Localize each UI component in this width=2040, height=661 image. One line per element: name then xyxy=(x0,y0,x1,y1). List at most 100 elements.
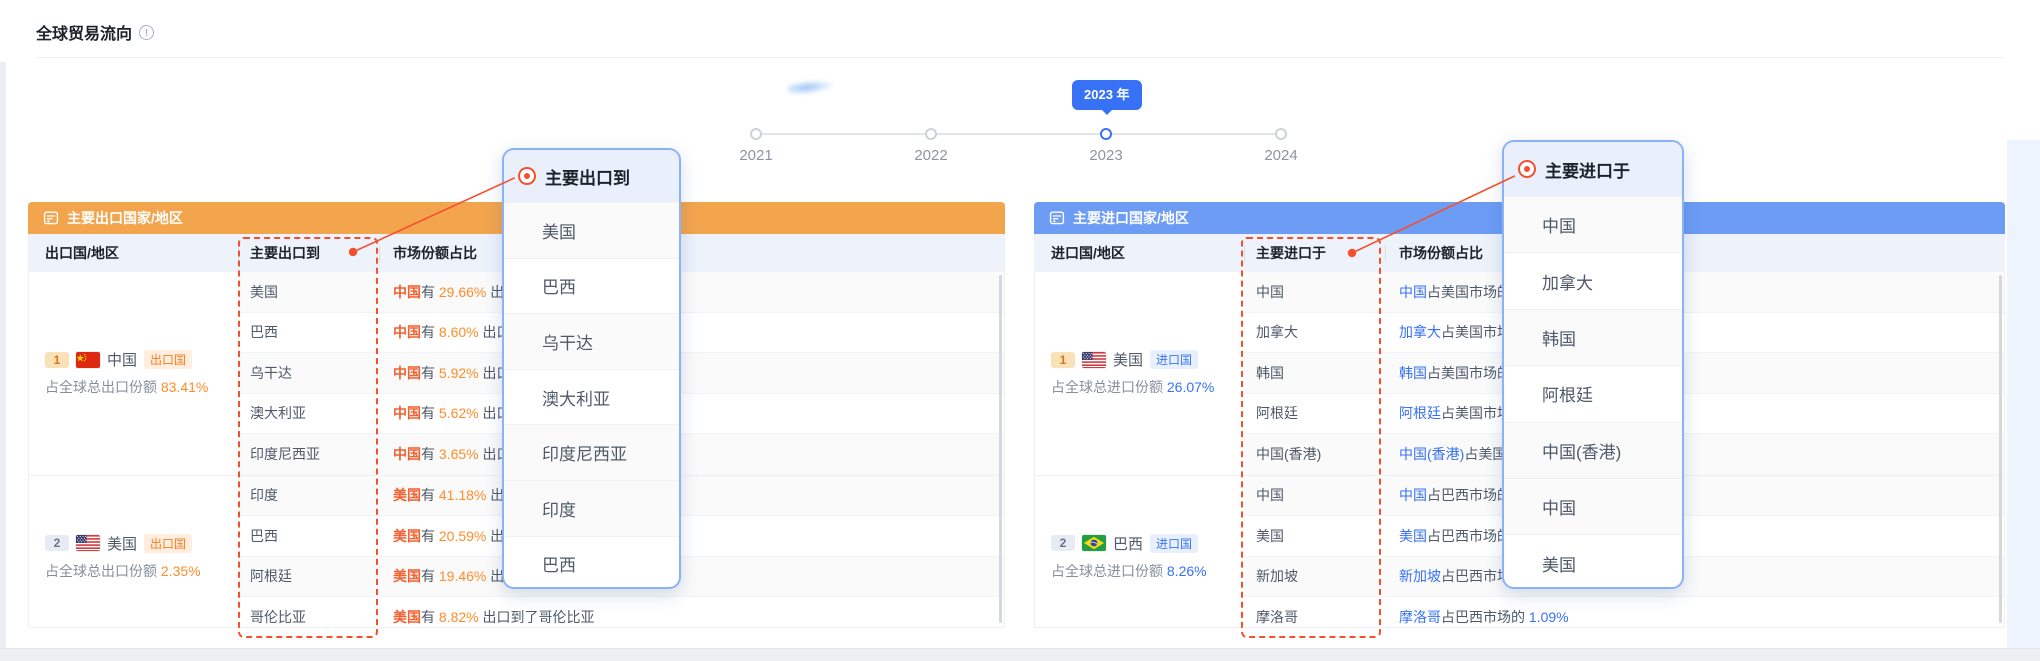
partner-country-cell: 美国 xyxy=(238,282,379,302)
global-share-text: 占全球总出口份额 2.35% xyxy=(45,561,238,581)
export-table-scrollbar[interactable] xyxy=(999,275,1002,623)
market-share-cell: 中国占巴西市场的 xyxy=(1385,485,2004,505)
country-summary-cell[interactable]: 1 中国出口国占全球总出口份额 83.41% xyxy=(29,272,238,475)
partner-country-cell: 巴西 xyxy=(238,322,379,342)
partner-country-cell: 加拿大 xyxy=(1244,322,1385,342)
market-share-cell: 阿根廷占美国市场的 xyxy=(1385,403,2004,423)
partner-country-cell: 阿根廷 xyxy=(238,566,379,586)
market-share-cell: 中国有 29.66% 出口到了美国 xyxy=(379,282,1004,302)
import-popup-item[interactable]: 中国(香港) xyxy=(1504,422,1682,478)
year-tooltip: 2023 年 xyxy=(1072,80,1142,110)
page-left-edge xyxy=(0,62,6,661)
export-popup-item[interactable]: 巴西 xyxy=(504,536,679,589)
market-share-cell: 中国(香港)占美国市场的 xyxy=(1385,444,2004,464)
export-popup-item[interactable]: 美国 xyxy=(504,202,679,258)
flag-us-icon xyxy=(1082,352,1106,368)
flag-cn-icon xyxy=(76,352,100,368)
info-circle-icon[interactable]: ! xyxy=(139,25,154,40)
trade-flow-page: 全球贸易流向 ! 2021202220232024 2023 年 主要出口国家/… xyxy=(0,0,2040,661)
year-stop-2022[interactable] xyxy=(925,128,937,140)
export-popup-item[interactable]: 乌干达 xyxy=(504,313,679,369)
col-market-share: 市场份额占比 xyxy=(379,243,1004,263)
year-label-2024: 2024 xyxy=(1231,147,1331,164)
annotation-target-icon xyxy=(518,167,536,185)
market-share-cell: 美国有 19.46% 出口到了阿根廷 xyxy=(379,566,1004,586)
year-stop-2023[interactable] xyxy=(1100,128,1112,140)
import-popup-item[interactable]: 阿根廷 xyxy=(1504,365,1682,421)
import-table-row[interactable]: 摩洛哥摩洛哥占巴西市场的 1.09% xyxy=(1244,597,2004,627)
import-popup-header: 主要进口于 xyxy=(1504,142,1682,196)
year-label-2022: 2022 xyxy=(881,147,981,164)
col-importer: 进口国/地区 xyxy=(1035,243,1244,263)
market-share-cell: 摩洛哥占巴西市场的 1.09% xyxy=(1385,607,2004,627)
export-popup-item[interactable]: 澳大利亚 xyxy=(504,369,679,425)
partner-country-cell: 美国 xyxy=(1244,526,1385,546)
export-popup-item[interactable]: 印度 xyxy=(504,480,679,536)
market-share-cell: 美国有 20.59% 出口到了巴西 xyxy=(379,526,1004,546)
page-title: 全球贸易流向 ! xyxy=(36,20,154,44)
partner-country-cell: 澳大利亚 xyxy=(238,403,379,423)
global-share-text: 占全球总出口份额 83.41% xyxy=(45,377,238,397)
market-share-cell: 美国有 41.18% 出口到了印度 xyxy=(379,485,1004,505)
import-table-scrollbar[interactable] xyxy=(1999,275,2002,623)
market-share-cell: 中国占美国市场的 xyxy=(1385,282,2004,302)
market-share-cell: 美国有 8.82% 出口到了哥伦比亚 xyxy=(379,607,1004,627)
country-name: 中国 xyxy=(107,349,137,370)
market-share-cell: 新加坡占巴西市场的 xyxy=(1385,566,2004,586)
country-summary-cell[interactable]: 2 美国出口国占全球总出口份额 2.35% xyxy=(29,476,238,628)
import-popup-item[interactable]: 中国 xyxy=(1504,196,1682,252)
ranking-board-icon xyxy=(43,210,59,226)
annotation-target-icon xyxy=(1518,160,1536,178)
import-popup-item[interactable]: 中国 xyxy=(1504,478,1682,534)
import-popup-item[interactable]: 韩国 xyxy=(1504,309,1682,365)
page-right-edge xyxy=(2007,140,2040,648)
year-slider-track[interactable] xyxy=(756,133,1281,135)
import-table-title: 主要进口国家/地区 xyxy=(1073,208,1189,228)
import-popup-title: 主要进口于 xyxy=(1545,157,1630,182)
country-summary-cell[interactable]: 1 美国进口国占全球总进口份额 26.07% xyxy=(1035,272,1244,475)
country-name: 美国 xyxy=(1113,349,1143,370)
rank-1-badge: 1 xyxy=(45,352,69,368)
export-popup-item[interactable]: 印度尼西亚 xyxy=(504,424,679,480)
rank-1-badge: 1 xyxy=(1051,352,1075,368)
partner-country-cell: 印度 xyxy=(238,485,379,505)
col-import-src: 主要进口于 xyxy=(1244,243,1385,263)
role-tag: 出口国 xyxy=(144,534,192,553)
role-tag: 进口国 xyxy=(1150,350,1198,369)
export-popup-item[interactable]: 巴西 xyxy=(504,258,679,314)
import-popup-item[interactable]: 美国 xyxy=(1504,534,1682,589)
import-src-popup: 主要进口于 中国加拿大韩国阿根廷中国(香港)中国美国 xyxy=(1502,140,1684,589)
partner-country-cell: 摩洛哥 xyxy=(1244,607,1385,627)
partner-country-cell: 中国 xyxy=(1244,282,1385,302)
partner-country-cell: 新加坡 xyxy=(1244,566,1385,586)
title-divider xyxy=(36,57,2004,58)
partner-country-cell: 阿根廷 xyxy=(1244,403,1385,423)
year-stop-2024[interactable] xyxy=(1275,128,1287,140)
country-name: 巴西 xyxy=(1113,533,1143,554)
export-table-row[interactable]: 哥伦比亚美国有 8.82% 出口到了哥伦比亚 xyxy=(238,597,1004,627)
partner-country-cell: 印度尼西亚 xyxy=(238,444,379,464)
partner-country-cell: 中国 xyxy=(1244,485,1385,505)
partner-country-cell: 巴西 xyxy=(238,526,379,546)
market-share-cell: 中国有 8.60% 出口到了巴西 xyxy=(379,322,1004,342)
global-share-text: 占全球总进口份额 26.07% xyxy=(1051,377,1244,397)
import-popup-list: 中国加拿大韩国阿根廷中国(香港)中国美国 xyxy=(1504,196,1682,589)
ranking-board-icon xyxy=(1049,210,1065,226)
country-summary-cell[interactable]: 2 巴西进口国占全球总进口份额 8.26% xyxy=(1035,476,1244,628)
market-share-cell: 韩国占美国市场的 xyxy=(1385,363,2004,383)
role-tag: 进口国 xyxy=(1150,534,1198,553)
market-share-cell: 美国占巴西市场的 xyxy=(1385,526,2004,546)
year-label-2021: 2021 xyxy=(706,147,806,164)
rank-2-badge: 2 xyxy=(45,535,69,551)
page-title-text: 全球贸易流向 xyxy=(36,20,132,44)
market-share-cell: 中国有 3.65% 出口到了印度尼西亚 xyxy=(379,444,1004,464)
global-share-text: 占全球总进口份额 8.26% xyxy=(1051,561,1244,581)
rank-2-badge: 2 xyxy=(1051,535,1075,551)
country-name: 美国 xyxy=(107,533,137,554)
market-share-cell: 中国有 5.62% 出口到了澳大利亚 xyxy=(379,403,1004,423)
year-stop-2021[interactable] xyxy=(750,128,762,140)
import-popup-item[interactable]: 加拿大 xyxy=(1504,252,1682,308)
role-tag: 出口国 xyxy=(144,350,192,369)
bottom-scroll-track[interactable] xyxy=(0,648,2040,661)
col-market-share: 市场份额占比 xyxy=(1385,243,2004,263)
